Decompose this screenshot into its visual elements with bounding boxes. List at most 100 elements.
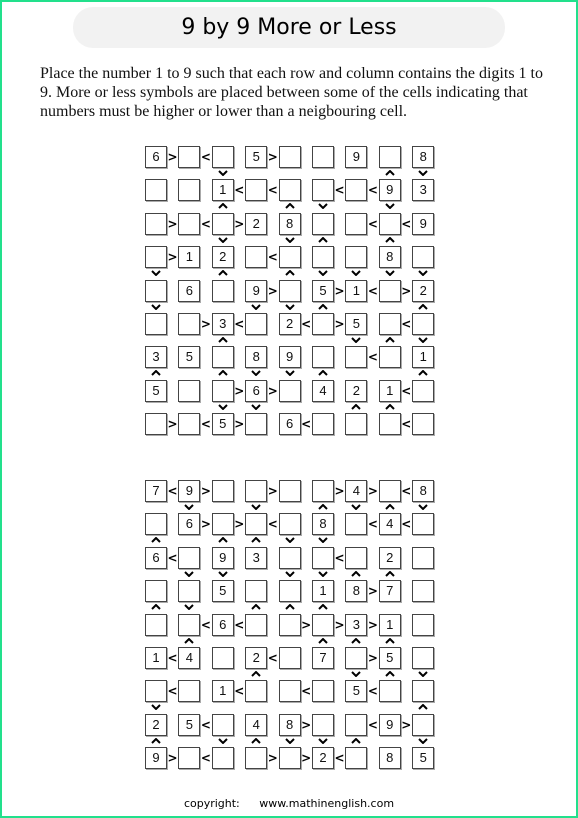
- puzzle-cell[interactable]: [412, 713, 435, 736]
- puzzle-cell[interactable]: [412, 379, 435, 402]
- puzzle-cell[interactable]: [312, 413, 334, 436]
- puzzle-cell[interactable]: [345, 647, 368, 669]
- puzzle-cell[interactable]: 2: [245, 212, 268, 235]
- puzzle-cell[interactable]: 2: [312, 747, 334, 770]
- puzzle-cell[interactable]: [145, 613, 167, 636]
- puzzle-cell[interactable]: 2: [412, 279, 435, 302]
- puzzle-cell[interactable]: 6: [245, 379, 268, 402]
- puzzle-cell[interactable]: [412, 613, 435, 636]
- puzzle-cell[interactable]: 7: [312, 647, 334, 669]
- puzzle-cell[interactable]: [245, 313, 268, 335]
- puzzle-cell[interactable]: [245, 513, 268, 536]
- puzzle-cell[interactable]: [378, 212, 401, 235]
- puzzle-cell[interactable]: [312, 480, 334, 502]
- puzzle-cell[interactable]: [245, 580, 268, 603]
- website-link[interactable]: www.mathinenglish.com: [259, 797, 394, 810]
- puzzle-cell[interactable]: 8: [312, 513, 334, 536]
- puzzle-cell[interactable]: [145, 279, 167, 302]
- puzzle-cell[interactable]: [312, 146, 334, 168]
- puzzle-cell[interactable]: [345, 546, 368, 569]
- puzzle-cell[interactable]: [412, 647, 435, 669]
- puzzle-cell[interactable]: 3: [145, 346, 167, 369]
- puzzle-cell[interactable]: [245, 680, 268, 703]
- puzzle-cell[interactable]: [345, 713, 368, 736]
- puzzle-cell[interactable]: [378, 279, 401, 302]
- puzzle-cell[interactable]: [178, 379, 201, 402]
- puzzle-cell[interactable]: [378, 680, 401, 703]
- puzzle-cell[interactable]: 6: [278, 413, 301, 436]
- puzzle-cell[interactable]: [312, 212, 334, 235]
- puzzle-cell[interactable]: 2: [245, 647, 268, 669]
- puzzle-cell[interactable]: [412, 313, 435, 335]
- puzzle-cell[interactable]: 1: [378, 613, 401, 636]
- puzzle-cell[interactable]: [312, 546, 334, 569]
- puzzle-cell[interactable]: [178, 613, 201, 636]
- puzzle-cell[interactable]: 5: [178, 346, 201, 369]
- puzzle-cell[interactable]: 8: [412, 146, 435, 168]
- puzzle-cell[interactable]: [211, 647, 234, 669]
- puzzle-cell[interactable]: 7: [378, 580, 401, 603]
- puzzle-cell[interactable]: 7: [145, 480, 167, 502]
- puzzle-cell[interactable]: [278, 379, 301, 402]
- puzzle-cell[interactable]: 1: [378, 379, 401, 402]
- puzzle-cell[interactable]: [278, 246, 301, 269]
- puzzle-cell[interactable]: [211, 747, 234, 770]
- puzzle-cell[interactable]: [412, 546, 435, 569]
- puzzle-cell[interactable]: 5: [412, 747, 435, 770]
- puzzle-cell[interactable]: 1: [345, 279, 368, 302]
- puzzle-cell[interactable]: 6: [145, 146, 167, 168]
- puzzle-cell[interactable]: 5: [378, 647, 401, 669]
- puzzle-cell[interactable]: 2: [145, 713, 167, 736]
- puzzle-cell[interactable]: 5: [345, 680, 368, 703]
- puzzle-cell[interactable]: [278, 480, 301, 502]
- puzzle-cell[interactable]: [178, 747, 201, 770]
- puzzle-cell[interactable]: [345, 179, 368, 202]
- puzzle-cell[interactable]: 4: [178, 647, 201, 669]
- puzzle-cell[interactable]: [178, 413, 201, 436]
- puzzle-cell[interactable]: [312, 313, 334, 335]
- puzzle-cell[interactable]: [412, 246, 435, 269]
- puzzle-cell[interactable]: [278, 279, 301, 302]
- puzzle-cell[interactable]: 4: [378, 513, 401, 536]
- puzzle-cell[interactable]: [245, 246, 268, 269]
- puzzle-cell[interactable]: 6: [178, 279, 201, 302]
- puzzle-cell[interactable]: [145, 246, 167, 269]
- puzzle-cell[interactable]: 8: [412, 480, 435, 502]
- puzzle-cell[interactable]: [245, 747, 268, 770]
- puzzle-cell[interactable]: [345, 413, 368, 436]
- puzzle-cell[interactable]: 2: [278, 313, 301, 335]
- puzzle-cell[interactable]: [211, 480, 234, 502]
- puzzle-cell[interactable]: [345, 346, 368, 369]
- puzzle-cell[interactable]: 5: [312, 279, 334, 302]
- puzzle-cell[interactable]: [278, 747, 301, 770]
- puzzle-cell[interactable]: [345, 747, 368, 770]
- puzzle-cell[interactable]: [412, 413, 435, 436]
- puzzle-cell[interactable]: [211, 146, 234, 168]
- puzzle-cell[interactable]: [345, 513, 368, 536]
- puzzle-cell[interactable]: [278, 513, 301, 536]
- puzzle-cell[interactable]: 8: [345, 580, 368, 603]
- puzzle-cell[interactable]: 4: [345, 480, 368, 502]
- puzzle-cell[interactable]: 1: [211, 680, 234, 703]
- puzzle-cell[interactable]: 8: [278, 713, 301, 736]
- puzzle-cell[interactable]: [211, 346, 234, 369]
- puzzle-cell[interactable]: [178, 146, 201, 168]
- puzzle-cell[interactable]: [245, 413, 268, 436]
- puzzle-cell[interactable]: [312, 246, 334, 269]
- puzzle-cell[interactable]: 8: [378, 747, 401, 770]
- puzzle-cell[interactable]: 4: [245, 713, 268, 736]
- puzzle-cell[interactable]: 8: [378, 246, 401, 269]
- puzzle-cell[interactable]: 3: [412, 179, 435, 202]
- puzzle-cell[interactable]: 1: [211, 179, 234, 202]
- puzzle-cell[interactable]: [211, 212, 234, 235]
- puzzle-cell[interactable]: [245, 179, 268, 202]
- puzzle-cell[interactable]: [378, 413, 401, 436]
- puzzle-cell[interactable]: 9: [145, 747, 167, 770]
- puzzle-cell[interactable]: [312, 179, 334, 202]
- puzzle-cell[interactable]: [145, 680, 167, 703]
- puzzle-cell[interactable]: [145, 179, 167, 202]
- puzzle-cell[interactable]: 9: [345, 146, 368, 168]
- puzzle-cell[interactable]: [211, 513, 234, 536]
- puzzle-cell[interactable]: [278, 680, 301, 703]
- puzzle-cell[interactable]: 8: [278, 212, 301, 235]
